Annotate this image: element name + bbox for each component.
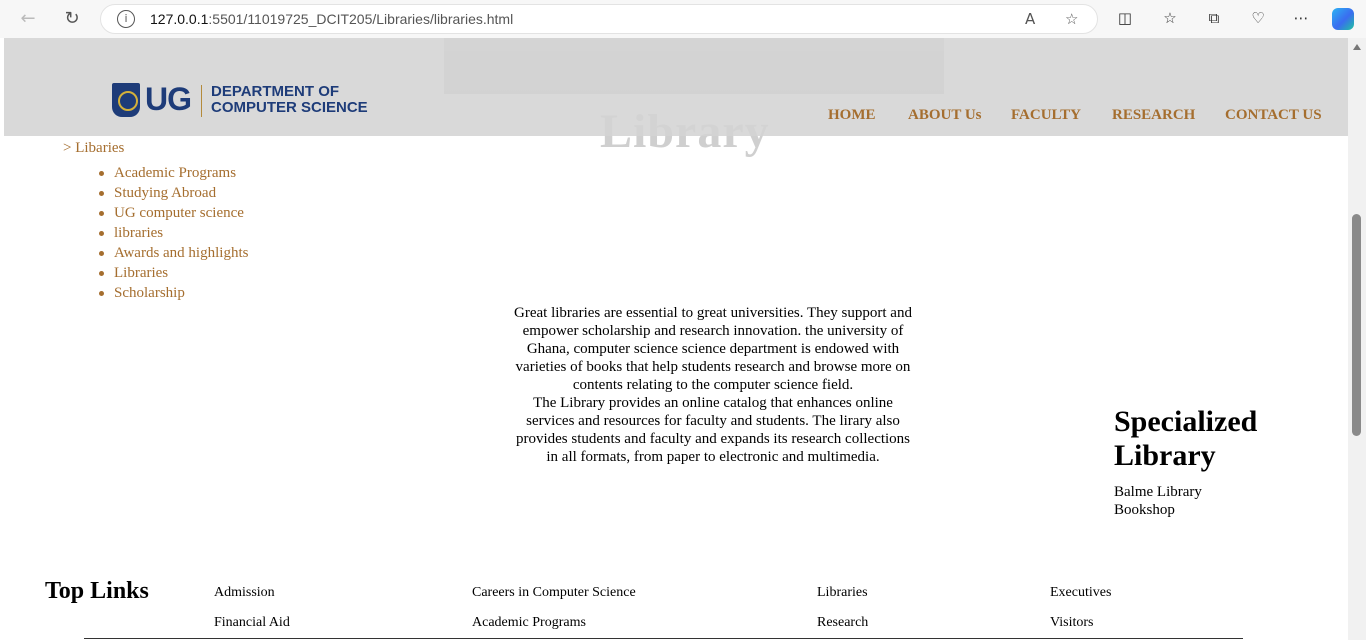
nav-faculty[interactable]: FACULTY: [1011, 107, 1081, 124]
university-crest-icon: [112, 83, 140, 117]
paragraph-2: The Library provides an online catalog t…: [515, 395, 911, 465]
paragraph-1: Great libraries are essential to great u…: [514, 305, 912, 393]
side-item-libraries-lower[interactable]: libraries: [99, 224, 248, 244]
url-path: :5501/11019725_DCIT205/Libraries/librari…: [208, 11, 514, 27]
site-header: UG DEPARTMENT OF COMPUTER SCIENCE HOME A…: [4, 38, 1348, 136]
specialized-item-balme: Balme Library: [1114, 484, 1202, 500]
logo-dept-line1: DEPARTMENT OF: [211, 83, 340, 100]
reload-icon[interactable]: ↻: [61, 8, 83, 30]
favorites-icon[interactable]: ☆: [1160, 9, 1180, 27]
top-links-heading: Top Links: [45, 578, 149, 604]
footer-link-executives[interactable]: Executives: [1050, 585, 1111, 601]
footer-link-visitors[interactable]: Visitors: [1050, 615, 1094, 631]
browser-toolbar: ← ↻ i 127.0.0.1:5501/11019725_DCIT205/Li…: [0, 0, 1366, 38]
footer-link-admission[interactable]: Admission: [214, 585, 275, 601]
footer-link-research[interactable]: Research: [817, 615, 868, 631]
url-text[interactable]: 127.0.0.1:5501/11019725_DCIT205/Librarie…: [150, 11, 513, 27]
scroll-up-arrow-icon[interactable]: [1353, 44, 1361, 50]
favorite-star-icon[interactable]: ☆: [1065, 10, 1078, 28]
more-menu-icon[interactable]: ⋯: [1291, 9, 1311, 27]
side-menu: Academic Programs Studying Abroad UG com…: [99, 164, 248, 304]
collections-icon[interactable]: ⧉: [1204, 9, 1224, 27]
side-item-academic-programs[interactable]: Academic Programs: [99, 164, 248, 184]
side-item-studying-abroad[interactable]: Studying Abroad: [99, 184, 248, 204]
page-scrollbar[interactable]: [1348, 38, 1366, 640]
nav-research[interactable]: RESEARCH: [1112, 107, 1195, 124]
nav-contact[interactable]: CONTACT US: [1225, 107, 1322, 124]
back-icon[interactable]: ←: [17, 8, 39, 30]
footer-link-financial-aid[interactable]: Financial Aid: [214, 615, 290, 631]
split-screen-icon[interactable]: ◫: [1115, 9, 1135, 27]
logo-dept-line2: COMPUTER SCIENCE: [211, 99, 368, 116]
nav-about[interactable]: ABOUT Us: [908, 107, 982, 124]
scrollbar-thumb[interactable]: [1352, 214, 1361, 436]
footer-link-libraries[interactable]: Libraries: [817, 585, 868, 601]
logo-divider: [201, 85, 202, 117]
logo-ug-text: UG: [145, 81, 192, 117]
specialized-library-list: Balme Library Bookshop: [1114, 483, 1202, 519]
logo-department-text: DEPARTMENT OF COMPUTER SCIENCE: [211, 84, 368, 116]
side-item-ug-computer-science[interactable]: UG computer science: [99, 204, 248, 224]
copilot-icon[interactable]: [1332, 8, 1354, 30]
footer-link-academic-programs[interactable]: Academic Programs: [472, 615, 586, 631]
side-item-scholarship[interactable]: Scholarship: [99, 284, 248, 304]
address-bar[interactable]: i 127.0.0.1:5501/11019725_DCIT205/Librar…: [100, 4, 1098, 34]
nav-home[interactable]: HOME: [828, 107, 876, 124]
read-aloud-icon[interactable]: A: [1025, 10, 1035, 28]
site-info-icon[interactable]: i: [117, 10, 135, 28]
library-description: Great libraries are essential to great u…: [510, 304, 916, 466]
url-host: 127.0.0.1: [150, 11, 209, 27]
web-page: Library UG DEPARTMENT OF COMPUTER SCIENC…: [4, 38, 1348, 640]
side-item-awards[interactable]: Awards and highlights: [99, 244, 248, 264]
footer-divider: [84, 638, 1243, 639]
browser-essentials-icon[interactable]: ♡: [1248, 9, 1268, 27]
side-item-libraries[interactable]: Libraries: [99, 264, 248, 284]
specialized-item-bookshop: Bookshop: [1114, 502, 1175, 518]
specialized-library-heading: Specialized Library: [1114, 405, 1258, 472]
breadcrumb[interactable]: > Libaries: [63, 140, 124, 157]
footer-link-careers[interactable]: Careers in Computer Science: [472, 585, 636, 601]
